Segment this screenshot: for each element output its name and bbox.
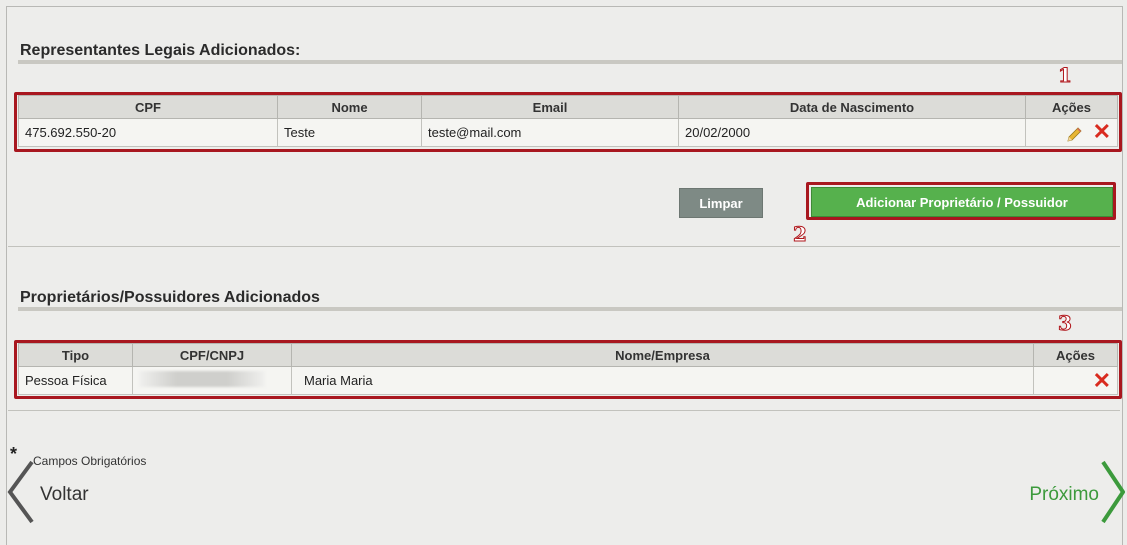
delete-x-icon[interactable]: ✕	[1093, 119, 1111, 144]
form-panel	[6, 6, 1123, 545]
column-header-data-nascimento: Data de Nascimento	[678, 95, 1026, 119]
marker-1: 1	[1058, 63, 1073, 88]
owners-title-rule	[18, 307, 1122, 311]
cell-tipo: Pessoa Física	[18, 366, 133, 395]
column-header-email: Email	[421, 95, 679, 119]
table-header-row: CPF Nome Email Data de Nascimento Ações	[18, 95, 1118, 119]
owners-table: Tipo CPF/CNPJ Nome/Empresa Ações Pessoa …	[18, 343, 1118, 395]
footer-divider	[8, 410, 1120, 411]
next-label: Próximo	[1029, 484, 1099, 505]
marker-3: 3	[1058, 311, 1073, 336]
table-header-row: Tipo CPF/CNPJ Nome/Empresa Ações	[18, 343, 1118, 367]
cell-email: teste@mail.com	[421, 118, 679, 147]
redacted-cpf-cnpj	[139, 371, 265, 387]
column-header-tipo: Tipo	[18, 343, 133, 367]
section-divider	[8, 246, 1120, 247]
cell-data-nascimento: 20/02/2000	[678, 118, 1026, 147]
cell-nome-empresa: Maria Maria	[291, 366, 1034, 395]
delete-x-icon[interactable]: ✕	[1093, 368, 1111, 393]
back-label: Voltar	[40, 484, 89, 505]
clear-button[interactable]: Limpar	[679, 188, 763, 218]
next-button[interactable]: Próximo	[1029, 460, 1126, 530]
cell-acoes: ✕	[1025, 118, 1118, 147]
column-header-cpf-cnpj: CPF/CNPJ	[132, 343, 292, 367]
back-button[interactable]: Voltar	[6, 460, 89, 530]
column-header-acoes: Ações	[1025, 95, 1118, 119]
chevron-left-icon	[6, 460, 36, 530]
column-header-cpf: CPF	[18, 95, 278, 119]
representatives-table: CPF Nome Email Data de Nascimento Ações …	[18, 95, 1118, 147]
cell-cpf-cnpj	[132, 366, 292, 395]
table-row: Pessoa Física Maria Maria ✕	[18, 366, 1118, 395]
cell-acoes: ✕	[1033, 366, 1118, 395]
column-header-acoes: Ações	[1033, 343, 1118, 367]
edit-pencil-icon[interactable]	[1065, 126, 1083, 144]
owners-title: Proprietários/Possuidores Adicionados	[20, 289, 320, 306]
add-owner-button[interactable]: Adicionar Proprietário / Possuidor	[811, 187, 1113, 217]
column-header-nome-empresa: Nome/Empresa	[291, 343, 1034, 367]
representatives-title-rule	[18, 60, 1122, 64]
column-header-nome: Nome	[277, 95, 422, 119]
marker-2: 2	[793, 222, 808, 247]
table-row: 475.692.550-20 Teste teste@mail.com 20/0…	[18, 118, 1118, 147]
cell-cpf: 475.692.550-20	[18, 118, 278, 147]
cell-nome: Teste	[277, 118, 422, 147]
representatives-title: Representantes Legais Adicionados:	[20, 42, 301, 59]
chevron-right-icon	[1101, 460, 1126, 530]
